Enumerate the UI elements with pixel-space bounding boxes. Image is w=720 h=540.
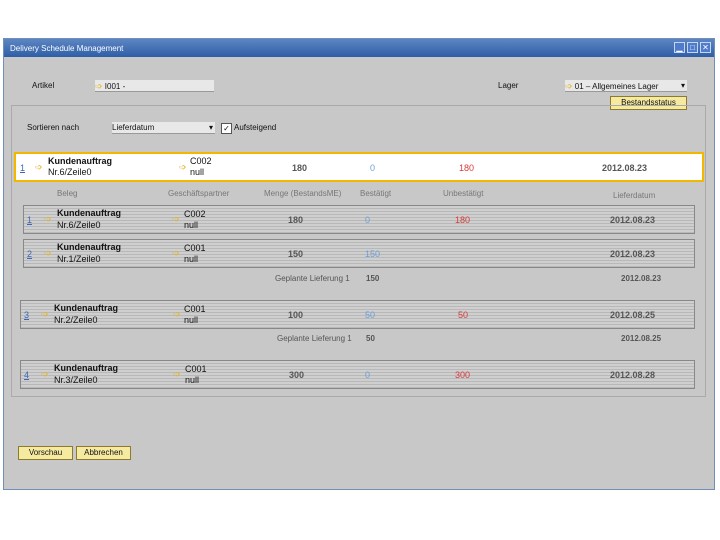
abbrechen-button[interactable]: Abbrechen xyxy=(76,446,131,460)
link-arrow-icon[interactable]: ➩ xyxy=(179,162,187,173)
row-doc: Kundenauftrag xyxy=(54,303,118,313)
row-bp: C002 xyxy=(184,209,206,219)
row-bp2: null xyxy=(184,315,199,325)
col-lieferdatum: Lieferdatum xyxy=(613,191,656,200)
artikel-field[interactable]: ➩ I001 - xyxy=(95,80,214,92)
row-bp2: null xyxy=(185,375,200,385)
link-arrow-icon[interactable]: ➩ xyxy=(172,214,180,225)
planned-label: Geplante Lieferung 1 xyxy=(275,274,350,283)
vorschau-button[interactable]: Vorschau xyxy=(18,446,73,460)
link-arrow-icon[interactable]: ➩ xyxy=(173,369,181,380)
row-bp: C001 xyxy=(185,364,207,374)
row-doc: Kundenauftrag xyxy=(54,363,118,373)
link-arrow-icon[interactable]: ➩ xyxy=(41,309,49,320)
artikel-label: Artikel xyxy=(32,81,55,90)
row-unbestaetigt: 300 xyxy=(455,370,471,380)
row-ref: Nr.1/Zeile0 xyxy=(57,254,101,264)
col-beleg: Beleg xyxy=(57,189,78,198)
table-row[interactable]: 2 ➩ Kundenauftrag Nr.1/Zeile0 ➩ C001 nul… xyxy=(23,239,695,268)
selected-row[interactable]: 1 ➩ Kundenauftrag Nr.6/Zeile0 ➩ C002 nul… xyxy=(14,152,704,182)
row-datum: 2012.08.23 xyxy=(610,215,656,225)
selected-bestaetigt: 0 xyxy=(370,163,376,173)
window-title: Delivery Schedule Management xyxy=(10,44,124,53)
col-geschaeftspartner: Geschäftspartner xyxy=(168,189,230,198)
row-unbestaetigt: 180 xyxy=(455,215,471,225)
artikel-value: I001 - xyxy=(104,82,126,91)
selected-doc: Kundenauftrag xyxy=(48,156,112,166)
table-row[interactable]: 1 ➩ Kundenauftrag Nr.6/Zeile0 ➩ C002 nul… xyxy=(23,205,695,234)
row-bestaetigt: 0 xyxy=(365,215,371,225)
title-bar: Delivery Schedule Management ▁ □ ✕ xyxy=(4,39,714,57)
planned-menge: 150 xyxy=(366,274,380,283)
row-menge: 150 xyxy=(288,249,304,259)
selected-unbestaetigt: 180 xyxy=(459,163,475,173)
selected-datum: 2012.08.23 xyxy=(602,163,648,173)
lager-label: Lager xyxy=(498,81,519,90)
row-datum: 2012.08.23 xyxy=(610,249,656,259)
row-number[interactable]: 2 xyxy=(27,249,32,259)
row-ref: Nr.3/Zeile0 xyxy=(54,375,98,385)
row-number[interactable]: 3 xyxy=(24,310,29,320)
row-ref: Nr.2/Zeile0 xyxy=(54,315,98,325)
chevron-down-icon[interactable]: ▾ xyxy=(681,80,685,92)
link-arrow-icon[interactable]: ➩ xyxy=(95,81,103,91)
table-row[interactable]: 3 ➩ Kundenauftrag Nr.2/Zeile0 ➩ C001 nul… xyxy=(20,300,695,329)
row-number[interactable]: 1 xyxy=(27,215,32,225)
row-bestaetigt: 150 xyxy=(365,249,381,259)
maximize-button[interactable]: □ xyxy=(687,42,698,53)
col-unbestaetigt: Unbestätigt xyxy=(443,189,484,198)
selected-menge: 180 xyxy=(292,163,308,173)
minimize-button[interactable]: ▁ xyxy=(674,42,685,53)
link-arrow-icon[interactable]: ➩ xyxy=(35,162,43,173)
row-bp2: null xyxy=(184,220,199,230)
link-arrow-icon[interactable]: ➩ xyxy=(41,369,49,380)
planned-datum: 2012.08.25 xyxy=(621,334,662,343)
row-datum: 2012.08.28 xyxy=(610,370,656,380)
row-menge: 100 xyxy=(288,310,304,320)
selected-row-number[interactable]: 1 xyxy=(20,163,25,173)
row-ref: Nr.6/Zeile0 xyxy=(57,220,101,230)
row-bestaetigt: 0 xyxy=(365,370,371,380)
row-doc: Kundenauftrag xyxy=(57,242,121,252)
row-doc: Kundenauftrag xyxy=(57,208,121,218)
selected-bp2: null xyxy=(190,167,205,177)
row-number[interactable]: 4 xyxy=(24,370,29,380)
row-bp2: null xyxy=(184,254,199,264)
lager-dropdown[interactable]: ➩ 01 – Allgemeines Lager ▾ xyxy=(565,80,687,92)
planned-datum: 2012.08.23 xyxy=(621,274,662,283)
link-arrow-icon[interactable]: ➩ xyxy=(172,248,180,259)
row-unbestaetigt: 50 xyxy=(458,310,469,320)
planned-label: Geplante Lieferung 1 xyxy=(277,334,352,343)
close-button[interactable]: ✕ xyxy=(700,42,711,53)
col-menge: Menge (BestandsME) xyxy=(264,189,342,198)
row-menge: 300 xyxy=(289,370,305,380)
selected-bp: C002 xyxy=(190,156,212,166)
row-menge: 180 xyxy=(288,215,304,225)
lager-value: 01 – Allgemeines Lager xyxy=(574,82,659,91)
row-bp: C001 xyxy=(184,243,206,253)
row-datum: 2012.08.25 xyxy=(610,310,656,320)
row-bp: C001 xyxy=(184,304,206,314)
link-arrow-icon[interactable]: ➩ xyxy=(44,214,52,225)
link-arrow-icon[interactable]: ➩ xyxy=(44,248,52,259)
link-arrow-icon[interactable]: ➩ xyxy=(173,309,181,320)
planned-menge: 50 xyxy=(366,334,375,343)
col-bestaetigt: Bestätigt xyxy=(360,189,392,198)
table-row[interactable]: 4 ➩ Kundenauftrag Nr.3/Zeile0 ➩ C001 nul… xyxy=(20,360,695,389)
link-arrow-icon[interactable]: ➩ xyxy=(565,81,573,91)
row-bestaetigt: 50 xyxy=(365,310,376,320)
selected-ref: Nr.6/Zeile0 xyxy=(48,167,92,177)
